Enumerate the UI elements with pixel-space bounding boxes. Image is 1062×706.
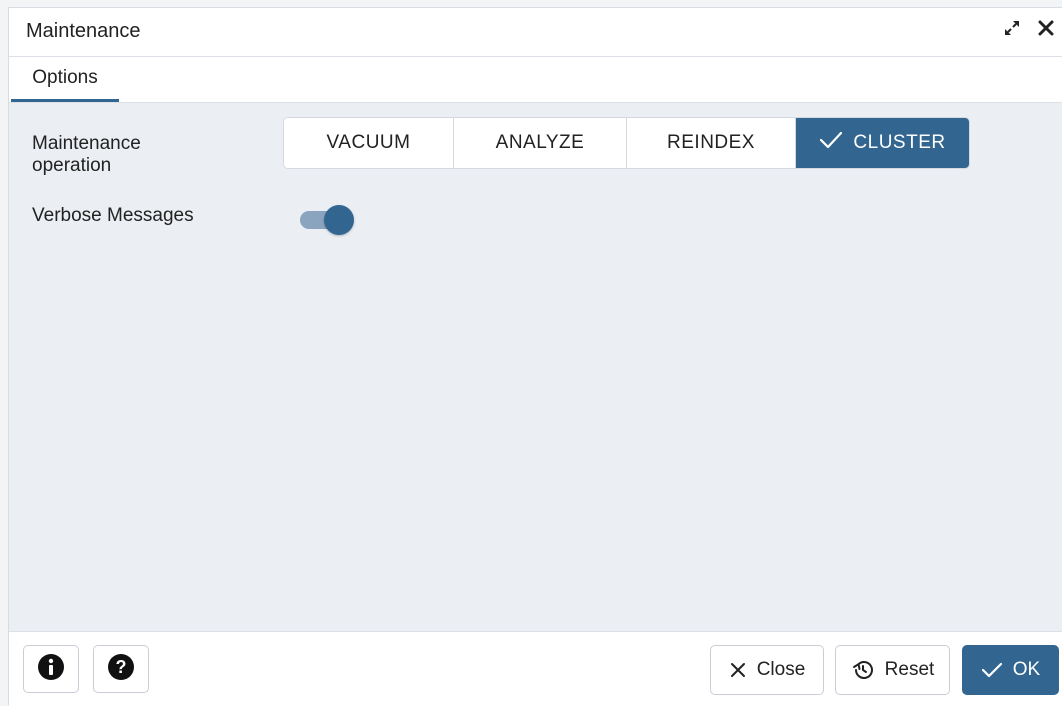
info-button[interactable]: [23, 645, 79, 693]
maintenance-operation-label-line1: Maintenance: [32, 133, 141, 154]
operation-analyze-label: ANALYZE: [495, 132, 585, 153]
help-button[interactable]: ?: [93, 645, 149, 693]
operation-reindex-button[interactable]: REINDEX: [627, 118, 796, 168]
info-icon: [37, 653, 65, 686]
tab-bar: Options: [9, 57, 1062, 103]
verbose-messages-label: Verbose Messages: [32, 205, 194, 226]
dialog-footer: ? Close Reset OK: [9, 631, 1062, 706]
reset-button[interactable]: Reset: [835, 645, 950, 695]
close-icon[interactable]: [1036, 18, 1056, 38]
help-icon: ?: [107, 653, 135, 686]
close-button[interactable]: Close: [710, 645, 824, 695]
operation-analyze-button[interactable]: ANALYZE: [454, 118, 627, 168]
maintenance-operation-label: Maintenance operation: [32, 133, 141, 177]
svg-text:?: ?: [116, 657, 127, 677]
ok-button-label: OK: [1012, 659, 1041, 680]
operation-selector: VACUUM ANALYZE REINDEX CLUSTER: [283, 117, 970, 169]
dialog-titlebar[interactable]: Maintenance: [9, 8, 1062, 57]
operation-cluster-button[interactable]: CLUSTER: [796, 118, 969, 168]
close-x-icon: [729, 661, 747, 679]
expand-icon[interactable]: [1002, 18, 1022, 38]
operation-vacuum-button[interactable]: VACUUM: [284, 118, 454, 168]
reset-icon: [851, 658, 875, 682]
operation-vacuum-label: VACUUM: [326, 132, 411, 153]
operation-reindex-label: REINDEX: [667, 132, 755, 153]
title-controls: [1002, 18, 1056, 38]
verbose-messages-toggle[interactable]: [300, 205, 356, 235]
close-button-label: Close: [756, 659, 806, 680]
toggle-knob: [324, 205, 354, 235]
operation-cluster-label: CLUSTER: [853, 132, 946, 153]
dialog-title: Maintenance: [26, 20, 141, 42]
ok-button[interactable]: OK: [962, 645, 1059, 695]
options-panel: Maintenance operation VACUUM ANALYZE REI…: [9, 103, 1062, 631]
ok-check-icon: [981, 661, 1003, 679]
maintenance-operation-label-line2: operation: [32, 155, 112, 176]
check-icon: [819, 130, 843, 156]
maintenance-dialog: Maintenance Options Maintenance operatio…: [8, 7, 1062, 706]
tab-options[interactable]: Options: [11, 57, 119, 102]
reset-button-label: Reset: [884, 659, 935, 680]
